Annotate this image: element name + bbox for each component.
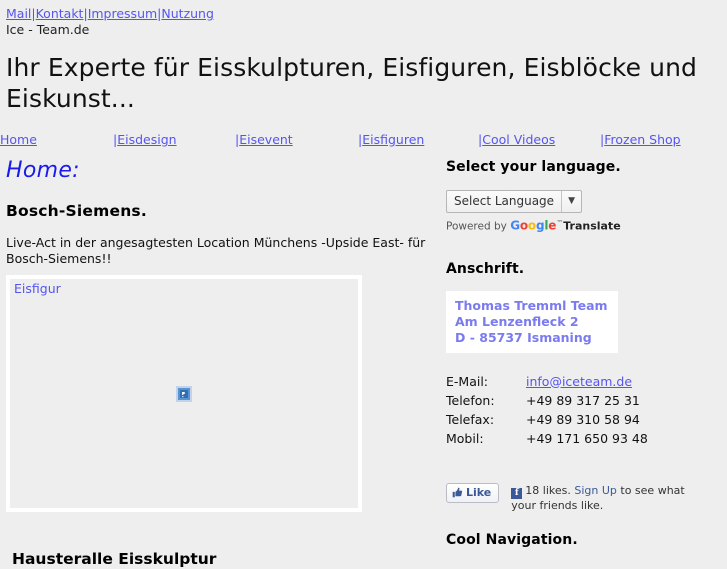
google-logo: Google — [510, 219, 556, 233]
top-link-kontakt[interactable]: Kontakt — [36, 6, 84, 21]
media-frame: Eisfigur — [6, 275, 362, 512]
google-letter-o2: o — [527, 218, 536, 233]
top-link-impressum[interactable]: Impressum — [88, 6, 157, 21]
facebook-like-button[interactable]: Like — [446, 482, 500, 503]
nav-item-eisfiguren[interactable]: |Eisfiguren — [358, 132, 424, 148]
contact-details-table: E-Mail: info@iceteam.de Telefon: +49 89 … — [446, 373, 648, 449]
facebook-count-text: 18 likes. — [525, 483, 571, 497]
top-link-nutzung[interactable]: Nutzung — [161, 6, 214, 21]
sidebar-column: Select your language. Select Language ▼ P… — [446, 158, 721, 548]
nav-link-cool-videos[interactable]: Cool Videos — [482, 132, 555, 147]
nav-item-home[interactable]: Home — [0, 132, 37, 148]
address-line-street: Am Lenzenfleck 2 — [455, 313, 579, 329]
sidebar-heading-cool-navigation: Cool Navigation. — [446, 532, 578, 548]
article-heading: Bosch-Siemens. — [6, 202, 147, 220]
translate-word: Translate — [563, 219, 621, 233]
nav-item-cool-videos[interactable]: |Cool Videos — [478, 132, 555, 148]
contact-value-telefon: +49 89 317 25 31 — [526, 392, 640, 408]
select-language-label: Select Language — [447, 191, 563, 212]
main-content-column: Home: Bosch-Siemens. Live-Act in der ang… — [6, 158, 436, 568]
facebook-like-label: Like — [466, 485, 492, 499]
sidebar-heading-address: Anschrift. — [446, 260, 525, 277]
nav-item-eisdesign[interactable]: |Eisdesign — [113, 132, 177, 148]
google-letter-o1: o — [519, 218, 528, 233]
facebook-f-icon: f — [511, 487, 523, 499]
contact-label-mobil: Mobil: — [446, 430, 484, 446]
table-row: Mobil: +49 171 650 93 48 — [446, 430, 648, 449]
article-text: Live-Act in der angesagtesten Location M… — [6, 235, 426, 266]
contact-label-telefax: Telefax: — [446, 411, 495, 427]
nav-link-eisfiguren[interactable]: Eisfiguren — [362, 132, 424, 147]
select-language-dropdown[interactable]: Select Language ▼ — [446, 190, 582, 213]
main-navigation: Home |Eisdesign |Eisevent |Eisfiguren |C… — [0, 132, 727, 149]
thumbs-up-icon — [452, 487, 463, 498]
email-link[interactable]: info@iceteam.de — [526, 374, 632, 389]
sidebar-heading-language: Select your language. — [446, 159, 621, 175]
address-line-company: Thomas Tremml Team — [455, 297, 608, 313]
section-heading-home: Home: — [6, 158, 80, 183]
table-row: E-Mail: info@iceteam.de — [446, 373, 648, 392]
google-letter-g1: G — [510, 218, 520, 233]
google-translate-widget: Select Language ▼ Powered by Google™Trans… — [446, 190, 721, 234]
top-utility-links: Mail|Kontakt|Impressum|Nutzung — [0, 0, 727, 21]
powered-by-google-translate: Powered by Google™Translate — [446, 217, 721, 234]
contact-value-telefax: +49 89 310 58 94 — [526, 411, 640, 427]
contact-value-mobil: +49 171 650 93 48 — [526, 430, 648, 446]
facebook-like-widget: Like f 18 likes. Sign Up to see what your… — [446, 482, 721, 513]
table-row: Telefax: +49 89 310 58 94 — [446, 411, 648, 430]
facebook-signup-link[interactable]: Sign Up — [574, 484, 617, 497]
bottom-section-heading-left: Hausteralle Eisskulptur — [12, 550, 217, 568]
contact-value-email: info@iceteam.de — [526, 373, 648, 392]
nav-link-home[interactable]: Home — [0, 132, 37, 147]
nav-item-frozen-shop[interactable]: |Frozen Shop — [600, 132, 681, 148]
site-name: Ice - Team.de — [6, 22, 90, 37]
top-link-mail[interactable]: Mail — [6, 6, 31, 21]
broken-image-icon — [176, 385, 192, 402]
address-line-city: D - 85737 Ismaning — [455, 329, 592, 345]
facebook-like-count: f 18 likes. Sign Up to see what your frie… — [511, 483, 696, 513]
address-block: Thomas Tremml Team Am Lenzenfleck 2 D - … — [446, 290, 618, 353]
contact-label-email: E-Mail: — [446, 373, 489, 389]
nav-link-frozen-shop[interactable]: Frozen Shop — [604, 132, 680, 147]
powered-by-text: Powered by — [446, 220, 507, 233]
chevron-down-icon: ▼ — [568, 196, 575, 206]
media-caption: Eisfigur — [14, 281, 61, 296]
nav-item-eisevent[interactable]: |Eisevent — [235, 132, 293, 148]
page-root: Mail|Kontakt|Impressum|Nutzung Ice - Tea… — [0, 0, 727, 568]
contact-label-telefon: Telefon: — [446, 392, 495, 408]
nav-link-eisdesign[interactable]: Eisdesign — [117, 132, 176, 147]
nav-link-eisevent[interactable]: Eisevent — [239, 132, 293, 147]
table-row: Telefon: +49 89 317 25 31 — [446, 392, 648, 411]
page-title: Ihr Experte für Eisskulpturen, Eisfigure… — [6, 53, 697, 113]
